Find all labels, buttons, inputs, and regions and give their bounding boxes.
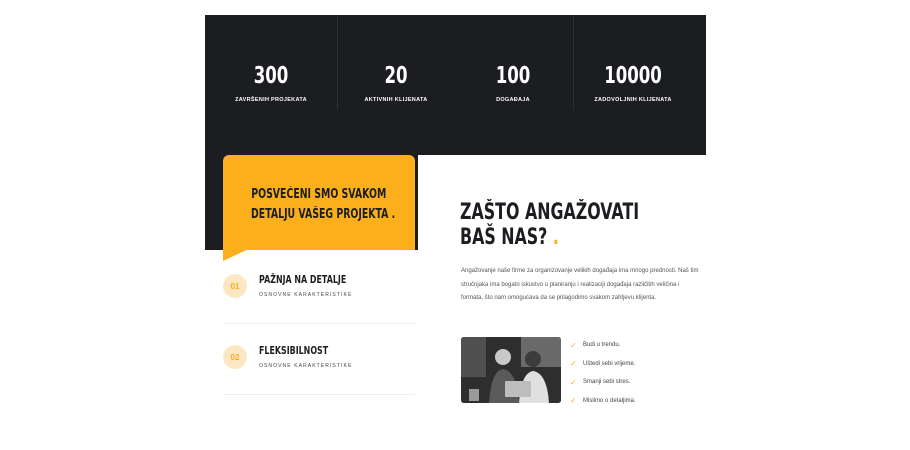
stat-value: 20	[384, 63, 408, 89]
checklist-item: ✓ Mislimo o detaljima.	[570, 392, 636, 411]
highlight-line-2: DETALJU VAŠEG PROJEKTA .	[251, 207, 396, 222]
highlight-line-1: POSVEĆENI SMO SVAKOM	[251, 187, 387, 202]
stat-active-clients: 20 AKTIVNIH KLIJENATA	[338, 15, 454, 155]
highlight-text: POSVEĆENI SMO SVAKOM DETALJU VAŠEG PROJE…	[223, 185, 415, 225]
feature-subtitle: OSNOVNE KARAKTERISTIKE	[259, 363, 353, 369]
check-icon: ✓	[570, 340, 577, 350]
stat-label: AKTIVNIH KLIJENATA	[364, 97, 428, 103]
feature-number-badge: 01	[223, 274, 247, 298]
checklist-item: ✓ Uštedi sebi vrijeme.	[570, 355, 636, 374]
feature-item: 01 PAŽNJA NA DETALJE OSNOVNE KARAKTERIST…	[223, 252, 415, 324]
stat-label: DOGAĐAJA	[496, 97, 530, 103]
photo-illustration	[461, 337, 561, 403]
feature-item: 02 FLEKSIBILNOST OSNOVNE KARAKTERISTIKE	[223, 323, 415, 395]
heading-line-2: BAŠ NAS?	[460, 225, 548, 250]
stat-value: 10000	[604, 63, 662, 89]
checklist-text: Uštedi sebi vrijeme.	[583, 360, 636, 367]
highlight-card: POSVEĆENI SMO SVAKOM DETALJU VAŠEG PROJE…	[223, 155, 415, 261]
check-icon: ✓	[570, 359, 577, 369]
check-icon: ✓	[570, 377, 577, 387]
heading-line-1: ZAŠTO ANGAŽOVATI	[460, 200, 640, 225]
feature-title: FLEKSIBILNOST	[259, 344, 329, 357]
why-us-paragraph: Angažovanje naše firme za organizovanje …	[461, 268, 699, 301]
feature-title: PAŽNJA NA DETALJE	[259, 273, 347, 286]
stat-label: ZADOVOLJNIH KLIJENATA	[594, 97, 672, 103]
stat-value: 300	[253, 63, 289, 89]
stat-satisfied-clients: 10000 ZADOVOLJNIH KLIJENATA	[574, 15, 692, 155]
checklist-text: Smanji sebi stres.	[583, 379, 631, 386]
checklist-text: Budi u trendu.	[583, 342, 621, 349]
stat-value: 100	[495, 63, 531, 89]
stat-completed-projects: 300 ZAVRŠENIH PROJEKATA	[205, 15, 337, 155]
checklist-text: Mislimo o detaljima.	[583, 397, 636, 404]
stat-events: 100 DOGAĐAJA	[454, 15, 572, 155]
why-us-heading: ZAŠTO ANGAŽOVATI BAŠ NAS? .	[460, 200, 639, 250]
stat-label: ZAVRŠENIH PROJEKATA	[235, 97, 307, 103]
checklist-item: ✓ Smanji sebi stres.	[570, 373, 636, 392]
check-icon: ✓	[570, 396, 577, 406]
benefits-checklist: ✓ Budi u trendu. ✓ Uštedi sebi vrijeme. …	[570, 336, 636, 410]
checklist-item: ✓ Budi u trendu.	[570, 336, 636, 355]
team-photo	[461, 337, 561, 403]
heading-accent-dot: .	[552, 225, 559, 250]
stats-section: 300 ZAVRŠENIH PROJEKATA 20 AKTIVNIH KLIJ…	[205, 15, 706, 155]
feature-subtitle: OSNOVNE KARAKTERISTIKE	[259, 292, 353, 298]
feature-number-badge: 02	[223, 345, 247, 369]
